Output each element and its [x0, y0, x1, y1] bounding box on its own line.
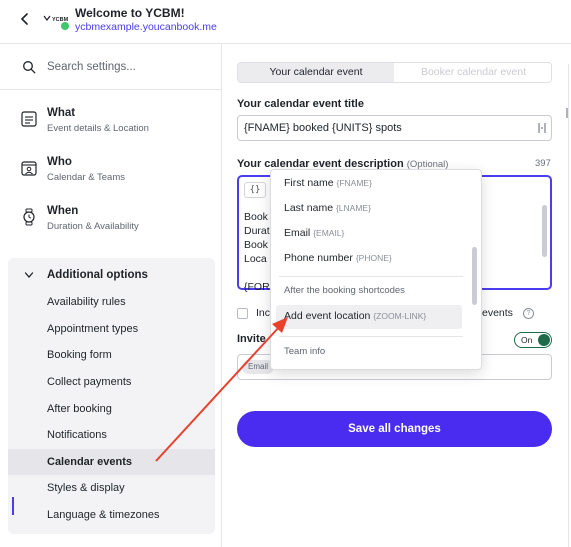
search-input[interactable]: Search settings...	[47, 61, 136, 73]
sidebar-item-label: Booking form	[47, 349, 112, 361]
document-icon	[21, 111, 37, 127]
search-bar[interactable]: Search settings...	[0, 44, 222, 90]
dropdown-section-header: Team info	[284, 346, 326, 357]
description-line: Durat	[244, 225, 270, 237]
booking-page-link[interactable]: ycbmexample.youcanbook.me	[75, 21, 217, 33]
search-icon	[23, 61, 36, 74]
dropdown-divider	[279, 276, 463, 277]
sidebar-item-subtitle: Calendar & Teams	[47, 172, 125, 183]
option-label: First name	[284, 177, 334, 189]
shortcode-option-last-name[interactable]: Last name {LNAME}	[271, 197, 481, 221]
sidebar-item-title: What	[47, 107, 76, 119]
option-label: Last name	[284, 202, 334, 214]
person-calendar-icon	[21, 161, 37, 176]
app-header: YCBM Welcome to YCBM! ycbmexample.youcan…	[0, 0, 571, 44]
sidebar-item-label: After booking	[47, 403, 112, 415]
option-code: {EMAIL}	[313, 228, 345, 238]
dropdown-section-header: After the booking shortcodes	[284, 285, 405, 296]
status-dot	[61, 22, 69, 30]
additional-options-group: Additional options Availability rules Ap…	[8, 258, 215, 534]
description-line: Book	[244, 239, 268, 251]
shortcode-option-first-name[interactable]: First name {FNAME}	[271, 172, 481, 196]
toggle-label: On	[521, 335, 533, 345]
invite-label: Invite	[237, 333, 266, 345]
active-indicator	[12, 497, 14, 515]
shortcode-option-email[interactable]: Email {EMAIL}	[271, 222, 481, 246]
sidebar-item-when[interactable]: When Duration & Availability	[0, 197, 222, 243]
shortcode-dropdown: First name {FNAME} Last name {LNAME} Ema…	[270, 169, 482, 370]
text-cursor-icon	[538, 123, 546, 133]
sidebar-item-label: Language & timezones	[47, 509, 160, 521]
page-title: Welcome to YCBM!	[75, 6, 185, 20]
include-checkbox[interactable]	[237, 308, 248, 319]
checkbox-label: Inc	[256, 307, 271, 319]
option-label: Phone number	[284, 252, 353, 264]
event-title-value: {FNAME} booked {UNITS} spots	[244, 122, 402, 134]
character-counter: 397	[535, 158, 551, 169]
sidebar-item-appointment-types[interactable]: Appointment types	[8, 317, 215, 343]
option-code: {ZOOM-LINK}	[373, 311, 427, 321]
save-all-changes-button[interactable]: Save all changes	[237, 411, 552, 447]
sidebar-item-subtitle: Duration & Availability	[47, 221, 139, 232]
sidebar-item-calendar-events[interactable]: Calendar events	[8, 449, 215, 475]
sidebar-item-notifications[interactable]: Notifications	[8, 423, 215, 449]
dropdown-divider	[279, 336, 463, 337]
tab-booker-calendar-event[interactable]: Booker calendar event	[395, 63, 551, 82]
help-icon[interactable]: ?	[523, 308, 534, 319]
additional-options-title: Additional options	[47, 269, 148, 281]
sidebar-item-collect-payments[interactable]: Collect payments	[8, 370, 215, 396]
sidebar-item-label: Calendar events	[47, 456, 132, 468]
option-code: {FNAME}	[336, 178, 372, 188]
shortcode-option-phone[interactable]: Phone number {PHONE}	[271, 247, 481, 271]
sidebar-item-availability-rules[interactable]: Availability rules	[8, 290, 215, 316]
description-line: Book	[244, 211, 268, 223]
option-code: {PHONE}	[355, 253, 392, 263]
sidebar-item-label: Styles & display	[47, 482, 125, 494]
settings-sidebar: Search settings... What Event details & …	[0, 44, 222, 547]
option-label: Email	[284, 227, 311, 239]
toggle-knob	[538, 334, 550, 346]
sidebar-item-what[interactable]: What Event details & Location	[0, 99, 222, 145]
sidebar-item-language-timezones[interactable]: Language & timezones	[8, 503, 215, 529]
sidebar-item-who[interactable]: Who Calendar & Teams	[0, 148, 222, 194]
sidebar-item-booking-form[interactable]: Booking form	[8, 343, 215, 369]
sidebar-item-label: Appointment types	[47, 323, 139, 335]
option-label: Add event location	[284, 310, 371, 322]
shortcode-option-add-event-location[interactable]: Add event location {ZOOM-LINK}	[276, 305, 462, 329]
description-line: Loca	[244, 253, 267, 265]
title-label: Your calendar event title	[237, 98, 364, 110]
sidebar-item-label: Availability rules	[47, 296, 126, 308]
invite-toggle[interactable]: On	[514, 332, 552, 348]
checkbox-label-end: events	[482, 307, 513, 319]
sidebar-item-label: Collect payments	[47, 376, 132, 388]
sidebar-item-title: Who	[47, 156, 72, 168]
additional-options-toggle[interactable]: Additional options	[8, 266, 215, 286]
watch-icon	[23, 208, 35, 226]
tab-your-calendar-event[interactable]: Your calendar event	[238, 63, 394, 82]
panel-handle-icon	[566, 108, 568, 118]
sidebar-item-styles-display[interactable]: Styles & display	[8, 476, 215, 502]
textarea-scrollbar[interactable]	[542, 205, 547, 257]
sidebar-item-label: Notifications	[47, 429, 107, 441]
sidebar-item-subtitle: Event details & Location	[47, 123, 149, 134]
dropdown-scrollbar[interactable]	[472, 247, 477, 305]
sidebar-item-after-booking[interactable]: After booking	[8, 397, 215, 423]
chevron-down-icon	[24, 272, 34, 278]
back-arrow-icon[interactable]	[18, 9, 32, 29]
sidebar-item-title: When	[47, 205, 79, 217]
option-code: {LNAME}	[335, 203, 371, 213]
event-tabs: Your calendar event Booker calendar even…	[237, 62, 552, 83]
description-line: {FOR	[244, 281, 270, 293]
shortcode-insert-button[interactable]: {}	[244, 182, 266, 198]
event-title-input[interactable]: {FNAME} booked {UNITS} spots	[237, 115, 552, 141]
